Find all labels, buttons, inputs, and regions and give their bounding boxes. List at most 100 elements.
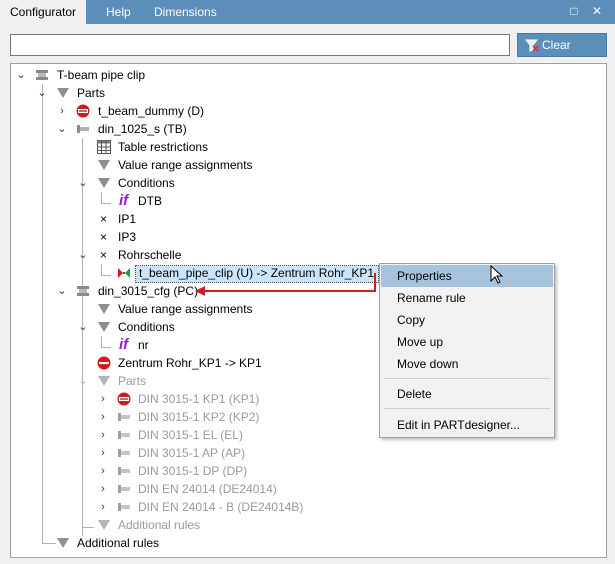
annotation-arrow (204, 290, 376, 292)
chevron-down-icon[interactable]: ⌄ (77, 246, 89, 264)
chevron-down-icon[interactable]: ⌄ (56, 282, 68, 300)
chevron-right-icon[interactable]: › (97, 462, 109, 480)
chevron-down-icon[interactable]: ⌄ (56, 120, 68, 138)
part-icon (118, 413, 130, 421)
part-icon (118, 467, 130, 475)
chevron-down-icon[interactable]: ⌄ (15, 66, 27, 84)
node-label: DIN 3015-1 DP (DP) (138, 464, 248, 478)
folder-funnel-icon (98, 304, 110, 314)
folder-funnel-icon (57, 538, 69, 548)
tree-node-additional-rules-inner[interactable]: Additional rules (11, 516, 606, 534)
chevron-right-icon[interactable]: › (56, 102, 68, 120)
node-label: din_3015_cfg (PC) (98, 284, 199, 298)
folder-funnel-icon (57, 88, 69, 98)
folder-funnel-icon (98, 520, 110, 530)
menu-separator (384, 408, 550, 409)
tab-configurator[interactable]: Configurator (0, 0, 87, 24)
part-icon (118, 449, 130, 457)
assembly-icon (77, 286, 89, 296)
tree-node-conditions[interactable]: ⌄ Conditions (11, 174, 606, 192)
tree-node-rohrschelle[interactable]: ⌄ × Rohrschelle (11, 246, 606, 264)
node-label: Additional rules (77, 536, 160, 550)
node-label: Conditions (118, 320, 175, 334)
chevron-down-icon[interactable]: ⌄ (77, 372, 89, 390)
node-label: DIN 3015-1 AP (AP) (138, 446, 246, 460)
tree-node-parts[interactable]: ⌄ Parts (11, 84, 606, 102)
variable-x-icon: × (100, 248, 108, 262)
table-icon (97, 140, 111, 154)
chevron-right-icon[interactable]: › (97, 444, 109, 462)
part-stop-icon (117, 392, 131, 406)
context-menu: Properties Rename rule Copy Move up Move… (379, 263, 555, 438)
node-label: Value range assignments (118, 302, 253, 316)
chevron-down-icon[interactable]: ⌄ (77, 318, 89, 336)
tree-node-ap[interactable]: › DIN 3015-1 AP (AP) (11, 444, 606, 462)
node-label: DIN 3015-1 EL (EL) (138, 428, 243, 442)
chevron-right-icon[interactable]: › (97, 498, 109, 516)
tab-dimensions[interactable]: Dimensions (144, 0, 227, 24)
chevron-right-icon[interactable]: › (97, 480, 109, 498)
part-icon (118, 431, 130, 439)
chevron-right-icon[interactable]: › (97, 426, 109, 444)
part-icon (118, 503, 130, 511)
search-input[interactable] (10, 34, 510, 56)
chevron-down-icon[interactable]: ⌄ (77, 174, 89, 192)
tree-node-de24014[interactable]: › DIN EN 24014 (DE24014) (11, 480, 606, 498)
node-label: nr (138, 338, 149, 352)
tree-node-de24014b[interactable]: › DIN EN 24014 - B (DE24014B) (11, 498, 606, 516)
node-label: Parts (118, 374, 147, 388)
chevron-down-icon[interactable]: ⌄ (36, 84, 48, 102)
node-label: Table restrictions (118, 140, 209, 154)
node-label: Zentrum Rohr_KP1 -> KP1 (118, 356, 262, 370)
folder-funnel-icon (98, 178, 110, 188)
node-label: DTB (138, 194, 162, 208)
node-label: din_1025_s (TB) (98, 122, 187, 136)
menu-item-copy[interactable]: Copy (381, 309, 553, 331)
tab-help[interactable]: Help (96, 0, 141, 24)
node-label: DIN 3015-1 KP1 (KP1) (138, 392, 260, 406)
menu-item-move-down[interactable]: Move down (381, 353, 553, 375)
menu-item-properties[interactable]: Properties (381, 265, 553, 287)
node-label: T-beam pipe clip (57, 68, 146, 82)
tree-node-dp[interactable]: › DIN 3015-1 DP (DP) (11, 462, 606, 480)
tree-node-dtb[interactable]: if DTB (11, 192, 606, 210)
tree-node-table-restrictions[interactable]: Table restrictions (11, 138, 606, 156)
tree-node-ip3[interactable]: × IP3 (11, 228, 606, 246)
folder-funnel-icon (98, 160, 110, 170)
variable-x-icon: × (100, 212, 108, 226)
tree-node-din-1025-s[interactable]: ⌄ din_1025_s (TB) (11, 120, 606, 138)
node-label: Value range assignments (118, 158, 253, 172)
tree-node-root[interactable]: ⌄ T-beam pipe clip (11, 66, 606, 84)
node-label: DIN EN 24014 (DE24014) (138, 482, 277, 496)
annotation-arrowhead (195, 286, 205, 296)
tree-node-value-range[interactable]: Value range assignments (11, 156, 606, 174)
clear-filters-button[interactable]: Clear Filters (517, 33, 607, 74)
menu-separator (384, 378, 550, 379)
assembly-icon (36, 70, 48, 80)
tree-node-t-beam-dummy[interactable]: › t_beam_dummy (D) (11, 102, 606, 120)
menu-item-rename-rule[interactable]: Rename rule (381, 287, 553, 309)
if-icon: if (119, 192, 129, 209)
menu-item-move-up[interactable]: Move up (381, 331, 553, 353)
rule-link-icon (118, 268, 130, 278)
chevron-right-icon[interactable]: › (97, 390, 109, 408)
restore-icon[interactable]: □ (566, 3, 582, 19)
node-label: t_beam_dummy (D) (98, 104, 205, 118)
tree-node-ip1[interactable]: × IP1 (11, 210, 606, 228)
node-label: Additional rules (118, 518, 201, 532)
close-icon[interactable]: ✕ (589, 3, 605, 19)
node-label: Conditions (118, 176, 175, 190)
node-label: t_beam_pipe_clip (U) -> Zentrum Rohr_KP1 (139, 266, 375, 280)
node-label: IP3 (118, 230, 137, 244)
node-label: Rohrschelle (118, 248, 182, 262)
if-icon: if (119, 336, 129, 353)
folder-funnel-icon (98, 322, 110, 332)
filter-clear-icon (525, 39, 539, 52)
constraint-stop-icon (97, 356, 111, 370)
chevron-right-icon[interactable]: › (97, 408, 109, 426)
node-label: Parts (77, 86, 106, 100)
tree-node-additional-rules[interactable]: Additional rules (11, 534, 606, 552)
menu-item-delete[interactable]: Delete (381, 383, 553, 405)
node-label: IP1 (118, 212, 137, 226)
menu-item-edit-partdesigner[interactable]: Edit in PARTdesigner... (381, 414, 553, 436)
